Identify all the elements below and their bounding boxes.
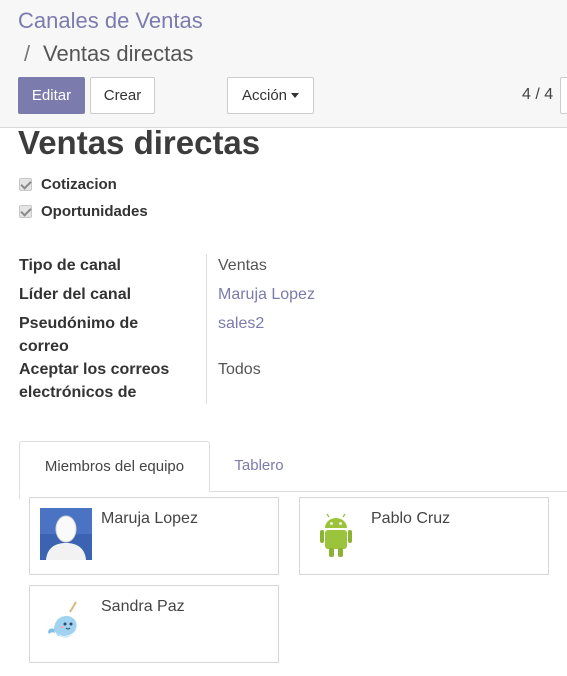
field-value-aceptar: Todos — [218, 361, 261, 378]
record-title: Ventas directas — [18, 124, 261, 161]
option-oportunidades[interactable]: Oportunidades — [19, 203, 148, 220]
tab-tablero[interactable]: Tablero — [215, 441, 303, 492]
option-cotizacion[interactable]: Cotizacion — [19, 176, 117, 193]
checkbox-checked-icon[interactable] — [19, 205, 32, 218]
breadcrumb-current: Ventas directas — [43, 41, 194, 66]
pager-previous-button[interactable] — [560, 77, 567, 114]
action-label: Acción — [241, 87, 288, 104]
field-label-alias: Pseudónimo de correo — [19, 315, 139, 355]
member-name: Maruja Lopez — [101, 510, 198, 527]
field-value-alias-link[interactable]: sales2 — [218, 312, 264, 335]
checkbox-checked-icon[interactable] — [19, 178, 32, 191]
create-button[interactable]: Crear — [90, 77, 155, 114]
option-label: Cotizacion — [41, 176, 117, 193]
option-label: Oportunidades — [41, 203, 148, 220]
member-name: Pablo Cruz — [371, 510, 451, 527]
member-card[interactable]: Pablo Cruz — [299, 497, 549, 575]
field-value-lider-link[interactable]: Maruja Lopez — [218, 283, 315, 306]
tab-divider — [210, 491, 567, 492]
member-card[interactable]: Sandra Paz — [29, 585, 279, 663]
narwhal-avatar-icon — [40, 596, 92, 648]
user-silhouette-avatar-icon — [40, 508, 92, 560]
tab-divider — [19, 491, 20, 499]
field-value-tipo-canal: Ventas — [218, 257, 267, 274]
field-label-tipo-canal: Tipo de canal — [19, 257, 121, 274]
field-label-lider: Líder del canal — [19, 286, 132, 303]
breadcrumb-root-link[interactable]: Canales de Ventas — [18, 8, 203, 34]
android-avatar-icon — [310, 508, 362, 560]
control-panel: Canales de Ventas / Ventas directas Edit… — [0, 0, 567, 128]
pager-value[interactable]: 4 / 4 — [522, 86, 553, 104]
tab-miembros-equipo[interactable]: Miembros del equipo — [19, 441, 210, 492]
field-divider — [206, 254, 207, 404]
edit-button[interactable]: Editar — [18, 77, 85, 114]
member-name: Sandra Paz — [101, 598, 185, 615]
action-dropdown-button[interactable]: Acción — [227, 77, 314, 114]
member-card[interactable]: Maruja Lopez — [29, 497, 279, 575]
breadcrumb-separator: / — [24, 41, 31, 66]
caret-down-icon — [291, 92, 300, 98]
field-label-aceptar: Aceptar los correos electrónicos de — [19, 361, 170, 401]
